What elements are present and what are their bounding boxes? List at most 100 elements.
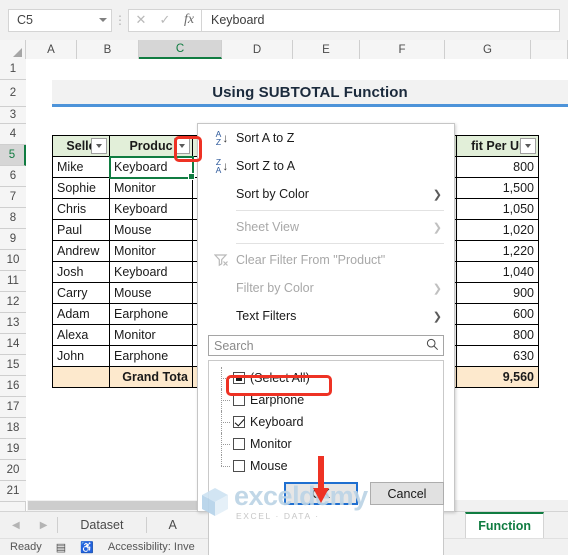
column-header-h[interactable] [531, 40, 568, 59]
row-header-13[interactable]: 13 [0, 313, 26, 334]
chevron-left-icon[interactable]: ◀ [12, 520, 20, 531]
insert-function-icon[interactable]: fx [177, 10, 201, 31]
menu-item-clear-filter[interactable]: Clear Filter From "Product" [198, 246, 454, 274]
sheet-tab-dataset[interactable]: Dataset [68, 512, 135, 539]
list-item-earphone[interactable]: Earphone [209, 389, 443, 411]
cell-profit[interactable]: 1,040 [456, 261, 539, 283]
row-header-8[interactable]: 8 [0, 208, 26, 229]
checkbox-keyboard[interactable] [233, 416, 245, 428]
cell-seller[interactable]: Mike [52, 156, 110, 178]
sheet-tab-a[interactable]: A [157, 512, 189, 539]
row-header-6[interactable]: 6 [0, 166, 26, 187]
row-header-5[interactable]: 5 [0, 145, 26, 166]
cell-profit[interactable]: 1,050 [456, 198, 539, 220]
cell-profit[interactable]: 900 [456, 282, 539, 304]
cell-seller[interactable]: Chris [52, 198, 110, 220]
cell-seller[interactable]: Sophie [52, 177, 110, 199]
record-macro-icon[interactable]: ▤ [56, 541, 66, 554]
column-header-c[interactable]: C [139, 40, 222, 59]
menu-item-sort-z-to-a[interactable]: ZA ↓ Sort Z to A [198, 152, 454, 180]
cell-seller[interactable]: Alexa [52, 324, 110, 346]
cell-seller[interactable]: John [52, 345, 110, 367]
row-header-7[interactable]: 7 [0, 187, 26, 208]
grand-total-label[interactable]: Grand Tota [109, 366, 193, 388]
filter-button-profit[interactable] [520, 138, 536, 154]
filter-button-seller[interactable] [91, 138, 107, 154]
row-header-21[interactable]: 21 [0, 481, 26, 502]
row-header-10[interactable]: 10 [0, 250, 26, 271]
chevron-right-icon[interactable]: ▶ [40, 520, 48, 531]
menu-item-label: Clear Filter From "Product" [236, 253, 386, 267]
row-header-3[interactable]: 3 [0, 107, 26, 124]
cell-seller[interactable]: Carry [52, 282, 110, 304]
filter-button-product[interactable] [174, 138, 190, 154]
row-header-16[interactable]: 16 [0, 376, 26, 397]
row-header-9[interactable]: 9 [0, 229, 26, 250]
row-header-2[interactable]: 2 [0, 80, 26, 107]
column-header-d[interactable]: D [222, 40, 293, 59]
checkbox-earphone[interactable] [233, 394, 245, 406]
list-item-monitor[interactable]: Monitor [209, 433, 443, 455]
cell-product[interactable]: Earphone [109, 303, 193, 325]
accessibility-label[interactable]: Accessibility: Inve [108, 541, 195, 553]
close-icon[interactable]: ✕ [129, 10, 153, 31]
cell-product[interactable]: Monitor [109, 177, 193, 199]
row-header-12[interactable]: 12 [0, 292, 26, 313]
cell-product[interactable]: Monitor [109, 240, 193, 262]
grand-total-value[interactable]: 9,560 [456, 366, 539, 388]
row-header-18[interactable]: 18 [0, 418, 26, 439]
checkbox-monitor[interactable] [233, 438, 245, 450]
column-header-a[interactable]: A [26, 40, 77, 59]
cell-seller[interactable]: Josh [52, 261, 110, 283]
menu-item-text-filters[interactable]: Text Filters ❯ [198, 302, 454, 330]
menu-item-sheet-view[interactable]: Sheet View ❯ [198, 213, 454, 241]
column-header-e[interactable]: E [293, 40, 360, 59]
cell-product[interactable]: Keyboard [109, 156, 193, 178]
list-item-keyboard[interactable]: Keyboard [209, 411, 443, 433]
menu-item-filter-by-color[interactable]: Filter by Color ❯ [198, 274, 454, 302]
cell-profit[interactable]: 630 [456, 345, 539, 367]
cell-profit[interactable]: 1,020 [456, 219, 539, 241]
cell-product[interactable]: Keyboard [109, 198, 193, 220]
check-icon[interactable]: ✓ [153, 10, 177, 31]
cell-seller[interactable]: Adam [52, 303, 110, 325]
cell-profit[interactable]: 800 [456, 324, 539, 346]
row-header-4[interactable]: 4 [0, 124, 26, 145]
cell-product[interactable]: Monitor [109, 324, 193, 346]
cell-profit[interactable]: 1,220 [456, 240, 539, 262]
column-header-g[interactable]: G [445, 40, 531, 59]
menu-item-sort-a-to-z[interactable]: AZ ↓ Sort A to Z [198, 124, 454, 152]
cell-profit[interactable]: 600 [456, 303, 539, 325]
row-header-11[interactable]: 11 [0, 271, 26, 292]
accessibility-icon[interactable]: ♿ [80, 541, 94, 554]
search-input[interactable]: Search [208, 335, 444, 356]
row-header-19[interactable]: 19 [0, 439, 26, 460]
column-header-b[interactable]: B [77, 40, 139, 59]
row-header-14[interactable]: 14 [0, 334, 26, 355]
column-header-f[interactable]: F [360, 40, 445, 59]
cell-product[interactable]: Mouse [109, 282, 193, 304]
menu-item-sort-by-color[interactable]: Sort by Color ❯ [198, 180, 454, 208]
select-all-corner[interactable] [0, 40, 26, 59]
row-header-20[interactable]: 20 [0, 460, 26, 481]
chevron-down-icon[interactable] [99, 18, 107, 22]
grand-total-blank[interactable] [52, 366, 110, 388]
cancel-button[interactable]: Cancel [370, 482, 444, 505]
row-header-1[interactable]: 1 [0, 59, 26, 80]
name-box[interactable]: C5 [8, 8, 112, 32]
formula-input[interactable]: Keyboard [201, 8, 560, 32]
list-item-select-all[interactable]: (Select All) [209, 367, 443, 389]
cell-profit[interactable]: 800 [456, 156, 539, 178]
checkbox-mouse[interactable] [233, 460, 245, 472]
row-header-15[interactable]: 15 [0, 355, 26, 376]
cell-seller[interactable]: Paul [52, 219, 110, 241]
cell-profit[interactable]: 1,500 [456, 177, 539, 199]
cell-product[interactable]: Earphone [109, 345, 193, 367]
checkbox-select-all[interactable] [233, 372, 245, 384]
sheet-tab-function[interactable]: Function [465, 511, 544, 539]
cell-seller[interactable]: Andrew [52, 240, 110, 262]
cell-product[interactable]: Keyboard [109, 261, 193, 283]
search-icon[interactable] [426, 338, 439, 354]
row-header-17[interactable]: 17 [0, 397, 26, 418]
cell-product[interactable]: Mouse [109, 219, 193, 241]
